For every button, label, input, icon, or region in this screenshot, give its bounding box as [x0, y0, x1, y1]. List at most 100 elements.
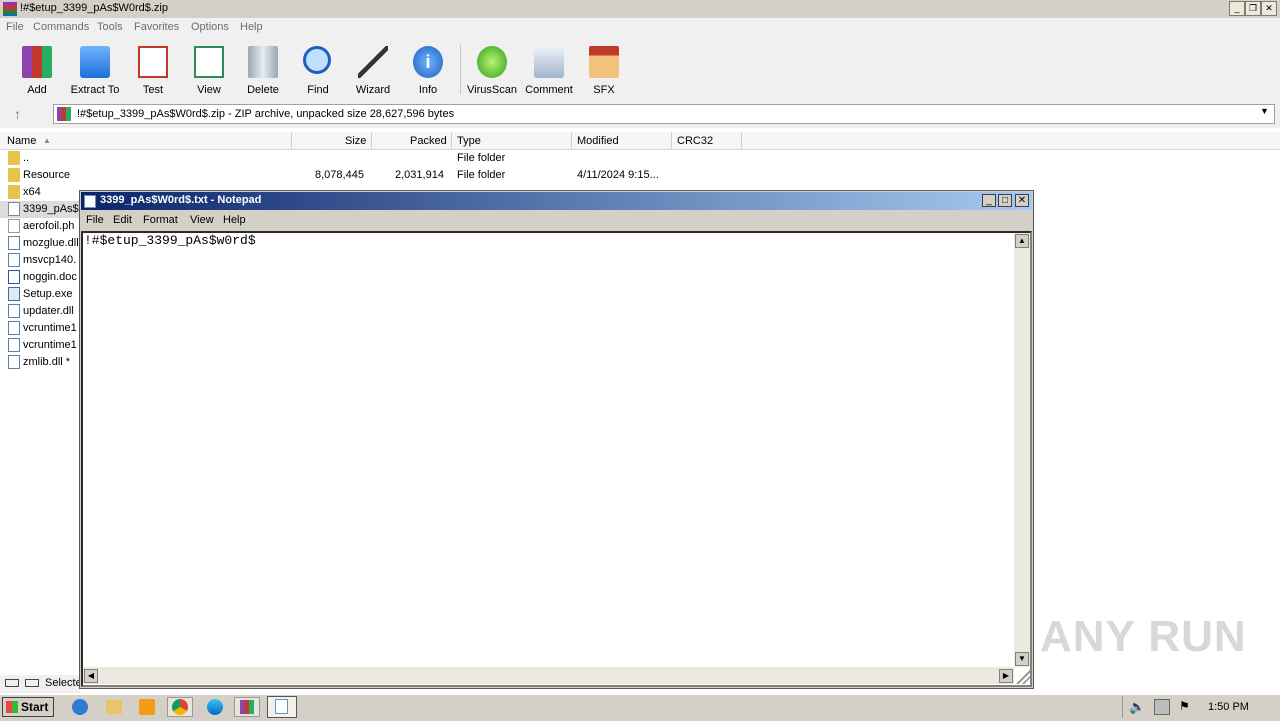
media-player-icon[interactable]: [139, 699, 155, 715]
dll-file-icon: [8, 355, 20, 369]
column-crc32[interactable]: CRC32: [677, 135, 713, 147]
notepad-menu-view[interactable]: View: [190, 214, 214, 226]
file-row[interactable]: x64: [0, 184, 80, 201]
scroll-left-button[interactable]: ◀: [84, 669, 98, 683]
menu-options[interactable]: Options: [191, 21, 229, 33]
dll-file-icon: [8, 253, 20, 267]
close-button[interactable]: ✕: [1261, 1, 1277, 16]
test-checklist-icon: [138, 46, 168, 78]
menu-tools[interactable]: Tools: [97, 21, 123, 33]
internet-explorer-icon[interactable]: [72, 699, 88, 715]
resize-grip-icon[interactable]: [1016, 670, 1030, 684]
notepad-title: 3399_pAs$W0rd$.txt - Notepad: [100, 194, 262, 206]
file-row[interactable]: noggin.doc: [0, 269, 80, 286]
file-row[interactable]: vcruntime1: [0, 337, 80, 354]
exe-file-icon: [8, 287, 20, 301]
folder-icon: [8, 185, 20, 199]
notepad-menu-help[interactable]: Help: [223, 214, 246, 226]
clock[interactable]: 1:50 PM: [1208, 701, 1249, 713]
column-divider[interactable]: [671, 132, 672, 149]
dll-file-icon: [8, 338, 20, 352]
chevron-down-icon[interactable]: ▼: [1260, 106, 1269, 116]
scroll-down-button[interactable]: ▼: [1015, 652, 1029, 666]
notepad-content[interactable]: !#$etup_3399_pAs$w0rd$: [84, 233, 256, 248]
file-list-header: [0, 132, 1280, 150]
file-row[interactable]: ..: [0, 150, 80, 167]
virus-scan-icon: [477, 46, 507, 78]
speaker-icon[interactable]: 🔈: [1129, 699, 1145, 715]
file-row-selected[interactable]: 3399_pAs$: [0, 201, 80, 218]
scroll-up-button[interactable]: ▲: [1015, 234, 1029, 248]
file-row[interactable]: zmlib.dll *: [0, 354, 80, 371]
menu-commands[interactable]: Commands: [33, 21, 89, 33]
winrar-add-icon: [22, 46, 52, 78]
dll-file-icon: [8, 321, 20, 335]
column-type[interactable]: Type: [457, 135, 481, 147]
file-row[interactable]: msvcp140.: [0, 252, 80, 269]
notepad-menu-edit[interactable]: Edit: [113, 214, 132, 226]
minimize-button[interactable]: _: [1229, 1, 1245, 16]
winrar-app-icon: [3, 2, 17, 16]
column-modified[interactable]: Modified: [577, 135, 619, 147]
windows-logo-icon: [6, 701, 18, 713]
network-icon[interactable]: [1154, 699, 1170, 715]
info-button[interactable]: i Info: [400, 40, 456, 98]
window-title: !#$etup_3399_pAs$W0rd$.zip: [20, 2, 168, 14]
archive-path-text: !#$etup_3399_pAs$W0rd$.zip - ZIP archive…: [77, 108, 455, 120]
notepad-menu-file[interactable]: File: [86, 214, 104, 226]
notepad-app-icon: [84, 195, 96, 208]
menu-help[interactable]: Help: [240, 21, 263, 33]
winrar-taskbar-button[interactable]: [234, 697, 260, 717]
status-text: Selecte: [45, 677, 82, 689]
column-size[interactable]: Size: [345, 135, 366, 147]
menu-file[interactable]: File: [6, 21, 24, 33]
sfx-button[interactable]: SFX: [576, 40, 632, 98]
action-center-flag-icon[interactable]: ⚑: [1179, 699, 1195, 715]
comment-icon: [534, 46, 564, 78]
notepad-close-button[interactable]: ✕: [1015, 194, 1029, 207]
column-divider[interactable]: [741, 132, 742, 149]
file-row[interactable]: updater.dll: [0, 303, 80, 320]
edge-icon[interactable]: [207, 699, 223, 715]
file-row[interactable]: aerofoil.ph: [0, 218, 80, 235]
restore-button[interactable]: ❐: [1245, 1, 1261, 16]
chrome-taskbar-button[interactable]: [167, 697, 193, 717]
file-row[interactable]: Setup.exe: [0, 286, 80, 303]
magnifier-icon: [303, 46, 331, 74]
text-file-icon: [8, 202, 20, 216]
notepad-icon: [275, 699, 288, 714]
file-type: File folder: [457, 152, 506, 164]
file-row[interactable]: Resource: [0, 167, 80, 184]
column-name[interactable]: Name: [7, 135, 36, 147]
folder-icon: [8, 151, 20, 165]
trash-icon: [248, 46, 278, 78]
sfx-box-icon: [589, 46, 619, 78]
column-packed[interactable]: Packed: [410, 135, 447, 147]
notepad-maximize-button[interactable]: □: [998, 194, 1012, 207]
start-label: Start: [21, 700, 49, 714]
info-icon: i: [413, 46, 443, 78]
word-doc-icon: [8, 270, 20, 284]
file-row[interactable]: vcruntime1: [0, 320, 80, 337]
notepad-minimize-button[interactable]: _: [982, 194, 996, 207]
sort-ascending-icon: ▲: [43, 136, 51, 145]
menu-favorites[interactable]: Favorites: [134, 21, 179, 33]
archive-icon: [57, 107, 71, 121]
column-divider[interactable]: [371, 132, 372, 149]
horizontal-scrollbar[interactable]: [83, 667, 1014, 684]
notepad-text-area[interactable]: [81, 231, 1032, 687]
up-arrow-icon[interactable]: ↑: [14, 106, 21, 122]
column-divider[interactable]: [291, 132, 292, 149]
notepad-taskbar-button[interactable]: [267, 696, 297, 718]
file-row[interactable]: mozglue.dll: [0, 235, 80, 252]
column-divider[interactable]: [451, 132, 452, 149]
column-divider[interactable]: [571, 132, 572, 149]
drive-icon: [5, 679, 19, 687]
vertical-scrollbar[interactable]: [1014, 233, 1030, 667]
file-explorer-icon[interactable]: [106, 700, 122, 714]
start-button[interactable]: Start: [2, 697, 54, 717]
scroll-right-button[interactable]: ▶: [999, 669, 1013, 683]
winrar-titlebar[interactable]: [0, 0, 1280, 18]
dll-file-icon: [8, 236, 20, 250]
notepad-menu-format[interactable]: Format: [143, 214, 178, 226]
